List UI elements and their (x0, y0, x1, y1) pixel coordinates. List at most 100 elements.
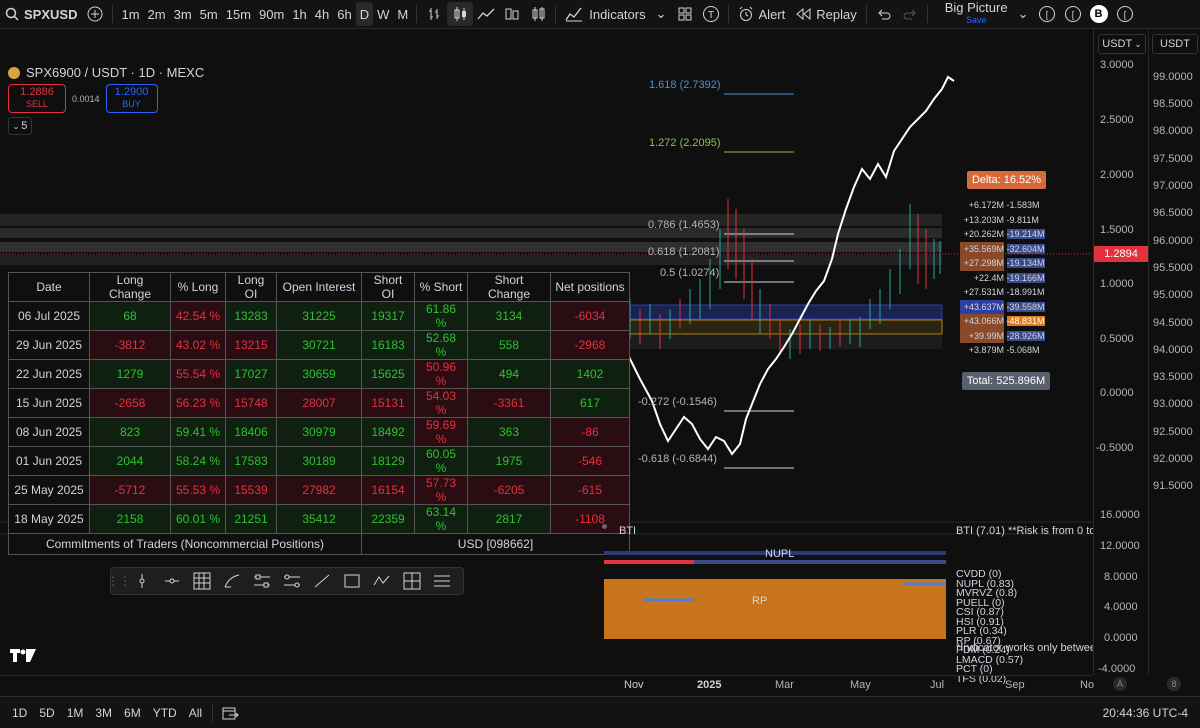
volume-profile-row: +43.637M -39.558M (960, 299, 1045, 314)
table-tool[interactable] (187, 569, 217, 593)
timeframe-2m[interactable]: 2m (144, 0, 170, 28)
clock[interactable]: 20:44:36 UTC-4 (1097, 706, 1194, 720)
range-6m[interactable]: 6M (118, 706, 147, 720)
layouts-button[interactable] (672, 2, 698, 26)
line-style-button[interactable] (473, 2, 499, 26)
time-axis-label: 2025 (697, 679, 722, 691)
range-ytd[interactable]: YTD (147, 706, 183, 720)
table-cell: 61.86 % (414, 301, 468, 331)
delta-badge: Delta: 16.52% (967, 171, 1046, 189)
range-5d[interactable]: 5D (33, 706, 60, 720)
range-all[interactable]: All (183, 706, 208, 720)
timeframe-w[interactable]: W (373, 0, 393, 28)
templates-button[interactable]: T (698, 2, 724, 26)
timeframe-d[interactable]: D (355, 2, 374, 26)
table-cell: 60.01 % (170, 504, 226, 534)
nupl-label: NUPL (765, 548, 795, 560)
price-tick: 93.5000 (1153, 371, 1193, 383)
price-scale-left[interactable]: USDT ⌄ 3.0000 2.5000 2.0000 1.5000 1.0000… (1093, 29, 1149, 675)
indicator-footnote: *Indicator works only between (956, 642, 1103, 654)
heikin-style-button[interactable] (525, 2, 551, 26)
currency-selector-left[interactable]: USDT ⌄ (1098, 34, 1146, 54)
price-scale-right[interactable]: USDT 99.0000 98.5000 98.0000 97.5000 97.… (1148, 29, 1200, 675)
range-band-blue (599, 304, 943, 320)
volume-profile-row: +22.4M -19.166M (973, 272, 1045, 283)
rectangle-tool[interactable] (337, 569, 367, 593)
parallel-channel-tool[interactable] (277, 569, 307, 593)
timeframe-m[interactable]: M (393, 0, 412, 28)
table-cell: 50.96 % (414, 359, 468, 389)
undo-icon (878, 9, 891, 20)
table-cell: 21251 (225, 504, 277, 534)
timeframe-1h[interactable]: 1h (288, 0, 310, 28)
horizontal-line-tool[interactable] (157, 569, 187, 593)
chevron-down-icon: ⌄ (1134, 38, 1142, 49)
indicator-histogram (604, 579, 946, 639)
timeframe-5m[interactable]: 5m (196, 0, 222, 28)
collapse-indicators-button[interactable]: ⌄ 5 (8, 117, 32, 135)
pane-scale-button[interactable]: 8 (1167, 677, 1181, 691)
price-tick: 1.0000 (1100, 278, 1134, 290)
bar-style-button[interactable] (421, 2, 447, 26)
price-tick: 2.5000 (1100, 114, 1134, 126)
trend-line-tool[interactable] (307, 569, 337, 593)
timeframe-1m[interactable]: 1m (117, 0, 143, 28)
price-tick: 98.0000 (1153, 125, 1193, 137)
timeframe-15m[interactable]: 15m (222, 0, 255, 28)
undo-button[interactable] (871, 2, 897, 26)
table-cell: 59.41 % (170, 417, 226, 447)
go-to-date-button[interactable] (217, 701, 243, 725)
timeframe-6h[interactable]: 6h (333, 0, 355, 28)
pane-options-dot[interactable] (602, 524, 607, 529)
buy-button[interactable]: 1.2900 BUY (105, 84, 158, 113)
fib-label: 1.618 (2.7392) (649, 79, 721, 91)
range-1d[interactable]: 1D (6, 706, 33, 720)
price-tick: 92.0000 (1153, 453, 1193, 465)
volume-profile: +6.172M -1.583M +13.203M -9.811M +20.262… (960, 198, 1045, 358)
avatar[interactable]: B (1086, 2, 1112, 26)
timeframe-4h[interactable]: 4h (311, 0, 333, 28)
table-cell: 30721 (276, 330, 362, 360)
hlc-style-button[interactable] (499, 2, 525, 26)
text-tool[interactable] (427, 569, 457, 593)
table-cell: 15625 (361, 359, 415, 389)
tradingview-logo[interactable] (10, 649, 36, 668)
settings-button[interactable]: [ (1060, 2, 1086, 26)
timeframe-90m[interactable]: 90m (255, 0, 288, 28)
symbol-search[interactable]: SPXUSD (0, 0, 82, 28)
currency-selector-right[interactable]: USDT (1152, 34, 1198, 54)
price-tick: 95.0000 (1153, 289, 1193, 301)
layout-menu[interactable]: Big Picture Save (940, 0, 1013, 28)
table-cell: -3812 (89, 330, 171, 360)
column-header: Long Change (89, 272, 171, 302)
sell-button[interactable]: 1.2886 SELL (8, 84, 66, 113)
candles-style-button[interactable] (447, 2, 474, 26)
vertical-line-tool[interactable] (127, 569, 157, 593)
redo-button[interactable] (897, 2, 923, 26)
timeframe-3m[interactable]: 3m (170, 0, 196, 28)
alert-button[interactable]: Alert (733, 0, 791, 28)
auto-scale-button[interactable]: A (1113, 677, 1127, 691)
current-price-badge: 1.2894 (1094, 246, 1148, 262)
table-cell: 27982 (276, 475, 362, 505)
frame-tool[interactable] (397, 569, 427, 593)
chevron-down-icon[interactable]: ⌄ (1013, 0, 1034, 28)
table-cell: 31225 (276, 301, 362, 331)
indicators-button[interactable]: Indicators ⌄ (560, 0, 671, 28)
time-axis[interactable]: Nov 2025 Mar May Jul Sep No (0, 675, 1094, 696)
fullscreen-button[interactable]: [ (1112, 2, 1138, 26)
price-tick: 98.5000 (1153, 98, 1193, 110)
compare-button[interactable] (82, 0, 108, 28)
settings-tool[interactable] (247, 569, 277, 593)
drag-handle-icon[interactable]: ⋮⋮ (107, 569, 131, 593)
indicator-tick: 8.0000 (1104, 571, 1138, 583)
replay-button[interactable]: Replay (790, 0, 861, 28)
main-chart[interactable]: SPX6900 / USDT · 1D · MEXC 1.2886 SELL 0… (0, 29, 1105, 691)
table-cell: 06 Jul 2025 (8, 301, 90, 331)
range-3m[interactable]: 3M (89, 706, 118, 720)
range-1m[interactable]: 1M (61, 706, 90, 720)
brush-tool[interactable] (217, 569, 247, 593)
quick-search-button[interactable]: [ (1034, 2, 1060, 26)
path-tool[interactable] (367, 569, 397, 593)
price-tick: 93.0000 (1153, 398, 1193, 410)
